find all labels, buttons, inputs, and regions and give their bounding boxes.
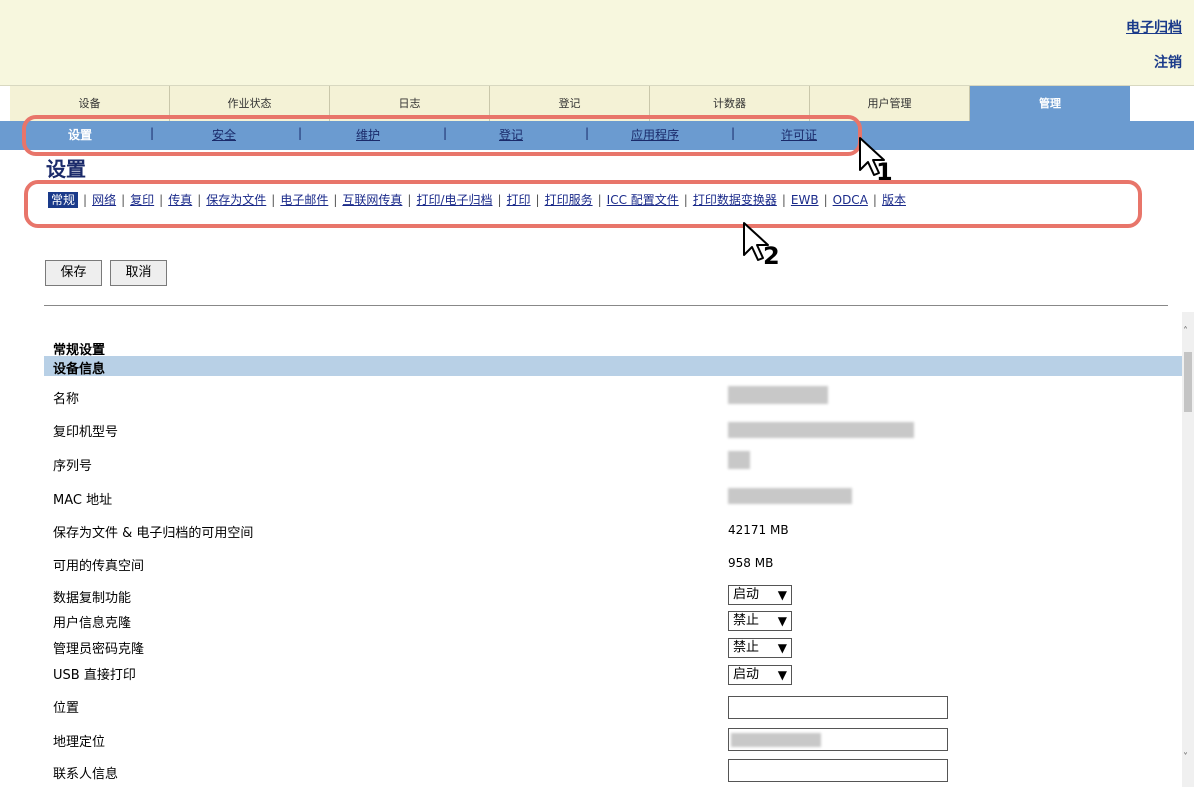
category-print-service[interactable]: 打印服务 [545,193,593,207]
redacted-value [728,451,750,469]
tab-job-status[interactable]: 作业状态 [170,86,330,122]
row-label-model: 复印机型号 [53,425,119,440]
row-label-geo: 地理定位 [53,735,106,750]
subnav-license[interactable]: 许可证 [781,126,817,143]
category-odca[interactable]: ODCA [833,193,868,207]
chevron-down-icon: ▼ [777,588,787,602]
row-label-contact: 联系人信息 [53,767,119,782]
logout-link[interactable]: 注销 [1154,52,1182,72]
category-separator: | [159,193,164,207]
tab-user-management[interactable]: 用户管理 [810,86,970,122]
subnav-setup[interactable]: 设置 [68,126,92,143]
category-separator: | [683,193,688,207]
category-separator: | [497,193,502,207]
redacted-value [731,733,821,747]
usb-print-select[interactable]: 启动 ▼ [728,665,792,685]
redacted-value [728,422,914,438]
category-copy[interactable]: 复印 [130,193,154,207]
category-separator: | [407,193,412,207]
subnav-applications[interactable]: 应用程序 [631,126,679,143]
category-email[interactable]: 电子邮件 [280,193,328,207]
category-separator: | [535,193,540,207]
category-general[interactable]: 常规 [48,192,79,208]
subnav-separator: | [731,126,736,140]
row-label-user-clone: 用户信息克隆 [53,616,132,631]
user-clone-selected: 禁止 [733,613,760,628]
category-separator: | [121,193,126,207]
category-icc-profile[interactable]: ICC 配置文件 [607,193,679,207]
file-space-value: 42171 MB [728,523,789,537]
row-label-location: 位置 [53,701,80,716]
top-header: 电子归档 注销 [0,0,1194,86]
tab-administration[interactable]: 管理 [970,86,1130,122]
tab-log[interactable]: 日志 [330,86,490,122]
row-label-fax-space: 可用的传真空间 [53,559,145,574]
row-label-mac: MAC 地址 [53,493,113,508]
data-copy-select[interactable]: 启动 ▼ [728,585,792,605]
category-ewb[interactable]: EWB [791,193,819,207]
user-clone-select[interactable]: 禁止 ▼ [728,611,792,631]
category-separator: | [872,193,877,207]
location-input[interactable] [728,696,948,719]
subnav-separator: | [298,126,303,140]
row-label-serial: 序列号 [53,459,93,474]
divider [44,305,1168,306]
admin-clone-selected: 禁止 [733,640,760,655]
subnav-separator: | [585,126,590,140]
sub-nav: 设置 | 安全 | 维护 | 登记 | 应用程序 | 许可证 [0,121,1194,150]
row-label-usb-print: USB 直接打印 [53,668,136,683]
geo-input[interactable] [728,728,948,751]
subnav-separator: | [150,126,155,140]
scroll-thumb[interactable] [1184,352,1192,412]
subnav-registration[interactable]: 登记 [499,126,523,143]
chevron-down-icon: ▼ [777,614,787,628]
section-band: 设备信息 [44,356,1188,377]
row-label-file-space: 保存为文件 & 电子归档的可用空间 [53,526,254,541]
usb-print-selected: 启动 [733,667,760,682]
contact-input[interactable] [728,759,948,782]
data-copy-selected: 启动 [733,587,760,602]
chevron-down-icon: ▼ [777,668,787,682]
category-separator: | [781,193,786,207]
category-separator: | [597,193,602,207]
subnav-security[interactable]: 安全 [212,126,236,143]
archive-link[interactable]: 电子归档 [1126,17,1182,37]
section-subtitle: 设备信息 [53,362,106,377]
category-separator: | [83,193,88,207]
tab-device[interactable]: 设备 [10,86,170,122]
tab-registration[interactable]: 登记 [490,86,650,122]
category-print-e-filing[interactable]: 打印/电子归档 [416,193,492,207]
subnav-separator: | [443,126,448,140]
row-label-data-copy: 数据复制功能 [53,591,132,606]
fax-space-value: 958 MB [728,556,774,570]
admin-clone-select[interactable]: 禁止 ▼ [728,638,792,658]
category-fax[interactable]: 传真 [168,193,192,207]
category-links: 常规 | 网络 | 复印 | 传真 | 保存为文件 | 电子邮件 | 互联网传真 | 打印/电子归档 | 打印 |… [48,191,906,208]
page-title: 设置 [46,157,86,181]
category-separator: | [823,193,828,207]
vertical-scrollbar[interactable]: ˄ ˅ [1182,312,1194,787]
callout-number-2: 2 [763,242,780,270]
callout-number-1: 1 [876,158,893,186]
redacted-value [728,488,852,504]
subnav-maintenance[interactable]: 维护 [356,126,380,143]
tab-counter[interactable]: 计数器 [650,86,810,122]
row-label-name: 名称 [53,392,80,407]
save-button[interactable]: 保存 [45,260,102,286]
scroll-up-icon[interactable]: ˄ [1183,326,1188,337]
category-save-as-file[interactable]: 保存为文件 [206,193,266,207]
row-label-admin-clone: 管理员密码克隆 [53,642,145,657]
chevron-down-icon: ▼ [777,641,787,655]
redacted-value [728,386,828,404]
category-separator: | [333,193,338,207]
category-version[interactable]: 版本 [882,193,906,207]
category-print-data-converter[interactable]: 打印数据变换器 [693,193,777,207]
cancel-button[interactable]: 取消 [110,260,167,286]
category-separator: | [271,193,276,207]
category-separator: | [197,193,202,207]
category-print[interactable]: 打印 [507,193,531,207]
category-internet-fax[interactable]: 互联网传真 [342,193,402,207]
scroll-down-icon[interactable]: ˅ [1183,752,1188,763]
category-network[interactable]: 网络 [92,193,116,207]
